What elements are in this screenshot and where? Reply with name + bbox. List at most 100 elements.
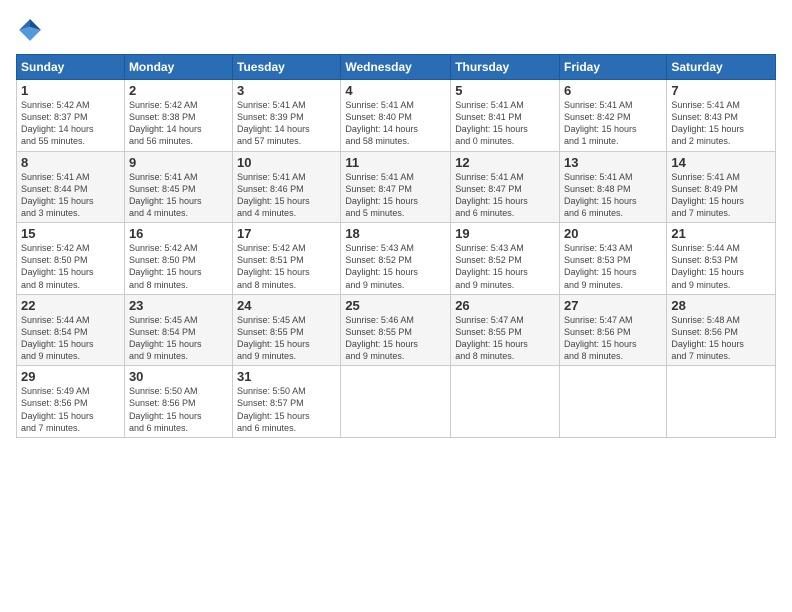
day-number: 2 bbox=[129, 83, 228, 98]
day-number: 10 bbox=[237, 155, 336, 170]
col-header-saturday: Saturday bbox=[667, 55, 776, 80]
day-cell-30: 30Sunrise: 5:50 AM Sunset: 8:56 PM Dayli… bbox=[124, 366, 232, 438]
day-info: Sunrise: 5:45 AM Sunset: 8:55 PM Dayligh… bbox=[237, 314, 336, 363]
col-header-tuesday: Tuesday bbox=[233, 55, 341, 80]
day-cell-1: 1Sunrise: 5:42 AM Sunset: 8:37 PM Daylig… bbox=[17, 80, 125, 152]
day-info: Sunrise: 5:41 AM Sunset: 8:40 PM Dayligh… bbox=[345, 99, 446, 148]
week-row-3: 15Sunrise: 5:42 AM Sunset: 8:50 PM Dayli… bbox=[17, 223, 776, 295]
day-number: 31 bbox=[237, 369, 336, 384]
col-header-wednesday: Wednesday bbox=[341, 55, 451, 80]
day-cell-5: 5Sunrise: 5:41 AM Sunset: 8:41 PM Daylig… bbox=[451, 80, 560, 152]
day-number: 14 bbox=[671, 155, 771, 170]
day-number: 8 bbox=[21, 155, 120, 170]
day-cell-17: 17Sunrise: 5:42 AM Sunset: 8:51 PM Dayli… bbox=[233, 223, 341, 295]
day-info: Sunrise: 5:41 AM Sunset: 8:43 PM Dayligh… bbox=[671, 99, 771, 148]
day-number: 22 bbox=[21, 298, 120, 313]
day-number: 1 bbox=[21, 83, 120, 98]
col-header-sunday: Sunday bbox=[17, 55, 125, 80]
day-info: Sunrise: 5:42 AM Sunset: 8:37 PM Dayligh… bbox=[21, 99, 120, 148]
day-number: 26 bbox=[455, 298, 555, 313]
day-info: Sunrise: 5:42 AM Sunset: 8:51 PM Dayligh… bbox=[237, 242, 336, 291]
day-number: 11 bbox=[345, 155, 446, 170]
day-info: Sunrise: 5:45 AM Sunset: 8:54 PM Dayligh… bbox=[129, 314, 228, 363]
day-number: 20 bbox=[564, 226, 662, 241]
day-info: Sunrise: 5:42 AM Sunset: 8:50 PM Dayligh… bbox=[21, 242, 120, 291]
day-cell-4: 4Sunrise: 5:41 AM Sunset: 8:40 PM Daylig… bbox=[341, 80, 451, 152]
col-header-friday: Friday bbox=[560, 55, 667, 80]
day-info: Sunrise: 5:48 AM Sunset: 8:56 PM Dayligh… bbox=[671, 314, 771, 363]
day-number: 5 bbox=[455, 83, 555, 98]
week-row-2: 8Sunrise: 5:41 AM Sunset: 8:44 PM Daylig… bbox=[17, 151, 776, 223]
day-info: Sunrise: 5:47 AM Sunset: 8:56 PM Dayligh… bbox=[564, 314, 662, 363]
day-cell-28: 28Sunrise: 5:48 AM Sunset: 8:56 PM Dayli… bbox=[667, 294, 776, 366]
day-cell-21: 21Sunrise: 5:44 AM Sunset: 8:53 PM Dayli… bbox=[667, 223, 776, 295]
day-cell-16: 16Sunrise: 5:42 AM Sunset: 8:50 PM Dayli… bbox=[124, 223, 232, 295]
col-header-thursday: Thursday bbox=[451, 55, 560, 80]
day-number: 17 bbox=[237, 226, 336, 241]
day-cell-15: 15Sunrise: 5:42 AM Sunset: 8:50 PM Dayli… bbox=[17, 223, 125, 295]
day-cell-20: 20Sunrise: 5:43 AM Sunset: 8:53 PM Dayli… bbox=[560, 223, 667, 295]
day-cell-22: 22Sunrise: 5:44 AM Sunset: 8:54 PM Dayli… bbox=[17, 294, 125, 366]
logo bbox=[16, 16, 48, 44]
day-info: Sunrise: 5:46 AM Sunset: 8:55 PM Dayligh… bbox=[345, 314, 446, 363]
day-info: Sunrise: 5:43 AM Sunset: 8:52 PM Dayligh… bbox=[345, 242, 446, 291]
day-info: Sunrise: 5:50 AM Sunset: 8:57 PM Dayligh… bbox=[237, 385, 336, 434]
day-cell-9: 9Sunrise: 5:41 AM Sunset: 8:45 PM Daylig… bbox=[124, 151, 232, 223]
day-cell-2: 2Sunrise: 5:42 AM Sunset: 8:38 PM Daylig… bbox=[124, 80, 232, 152]
day-cell-24: 24Sunrise: 5:45 AM Sunset: 8:55 PM Dayli… bbox=[233, 294, 341, 366]
day-cell-8: 8Sunrise: 5:41 AM Sunset: 8:44 PM Daylig… bbox=[17, 151, 125, 223]
day-cell-6: 6Sunrise: 5:41 AM Sunset: 8:42 PM Daylig… bbox=[560, 80, 667, 152]
day-number: 15 bbox=[21, 226, 120, 241]
day-info: Sunrise: 5:41 AM Sunset: 8:49 PM Dayligh… bbox=[671, 171, 771, 220]
day-cell-23: 23Sunrise: 5:45 AM Sunset: 8:54 PM Dayli… bbox=[124, 294, 232, 366]
day-info: Sunrise: 5:41 AM Sunset: 8:46 PM Dayligh… bbox=[237, 171, 336, 220]
day-cell-18: 18Sunrise: 5:43 AM Sunset: 8:52 PM Dayli… bbox=[341, 223, 451, 295]
day-number: 3 bbox=[237, 83, 336, 98]
day-cell-26: 26Sunrise: 5:47 AM Sunset: 8:55 PM Dayli… bbox=[451, 294, 560, 366]
day-number: 18 bbox=[345, 226, 446, 241]
day-number: 16 bbox=[129, 226, 228, 241]
day-number: 29 bbox=[21, 369, 120, 384]
day-number: 28 bbox=[671, 298, 771, 313]
day-cell-31: 31Sunrise: 5:50 AM Sunset: 8:57 PM Dayli… bbox=[233, 366, 341, 438]
day-number: 12 bbox=[455, 155, 555, 170]
day-number: 13 bbox=[564, 155, 662, 170]
day-cell-25: 25Sunrise: 5:46 AM Sunset: 8:55 PM Dayli… bbox=[341, 294, 451, 366]
day-info: Sunrise: 5:42 AM Sunset: 8:38 PM Dayligh… bbox=[129, 99, 228, 148]
day-info: Sunrise: 5:41 AM Sunset: 8:45 PM Dayligh… bbox=[129, 171, 228, 220]
day-number: 23 bbox=[129, 298, 228, 313]
day-info: Sunrise: 5:41 AM Sunset: 8:48 PM Dayligh… bbox=[564, 171, 662, 220]
day-cell-29: 29Sunrise: 5:49 AM Sunset: 8:56 PM Dayli… bbox=[17, 366, 125, 438]
day-info: Sunrise: 5:49 AM Sunset: 8:56 PM Dayligh… bbox=[21, 385, 120, 434]
day-number: 6 bbox=[564, 83, 662, 98]
day-info: Sunrise: 5:42 AM Sunset: 8:50 PM Dayligh… bbox=[129, 242, 228, 291]
week-row-1: 1Sunrise: 5:42 AM Sunset: 8:37 PM Daylig… bbox=[17, 80, 776, 152]
logo-icon bbox=[16, 16, 44, 44]
week-row-4: 22Sunrise: 5:44 AM Sunset: 8:54 PM Dayli… bbox=[17, 294, 776, 366]
day-number: 19 bbox=[455, 226, 555, 241]
header bbox=[16, 16, 776, 44]
day-info: Sunrise: 5:41 AM Sunset: 8:42 PM Dayligh… bbox=[564, 99, 662, 148]
day-cell-12: 12Sunrise: 5:41 AM Sunset: 8:47 PM Dayli… bbox=[451, 151, 560, 223]
day-info: Sunrise: 5:50 AM Sunset: 8:56 PM Dayligh… bbox=[129, 385, 228, 434]
day-info: Sunrise: 5:44 AM Sunset: 8:54 PM Dayligh… bbox=[21, 314, 120, 363]
day-cell-10: 10Sunrise: 5:41 AM Sunset: 8:46 PM Dayli… bbox=[233, 151, 341, 223]
day-info: Sunrise: 5:41 AM Sunset: 8:47 PM Dayligh… bbox=[455, 171, 555, 220]
day-info: Sunrise: 5:41 AM Sunset: 8:39 PM Dayligh… bbox=[237, 99, 336, 148]
day-number: 24 bbox=[237, 298, 336, 313]
day-cell-3: 3Sunrise: 5:41 AM Sunset: 8:39 PM Daylig… bbox=[233, 80, 341, 152]
day-number: 25 bbox=[345, 298, 446, 313]
day-cell-27: 27Sunrise: 5:47 AM Sunset: 8:56 PM Dayli… bbox=[560, 294, 667, 366]
day-number: 27 bbox=[564, 298, 662, 313]
day-info: Sunrise: 5:41 AM Sunset: 8:44 PM Dayligh… bbox=[21, 171, 120, 220]
empty-cell bbox=[341, 366, 451, 438]
day-number: 21 bbox=[671, 226, 771, 241]
col-header-monday: Monday bbox=[124, 55, 232, 80]
day-number: 9 bbox=[129, 155, 228, 170]
empty-cell bbox=[667, 366, 776, 438]
day-info: Sunrise: 5:41 AM Sunset: 8:41 PM Dayligh… bbox=[455, 99, 555, 148]
day-cell-19: 19Sunrise: 5:43 AM Sunset: 8:52 PM Dayli… bbox=[451, 223, 560, 295]
day-cell-11: 11Sunrise: 5:41 AM Sunset: 8:47 PM Dayli… bbox=[341, 151, 451, 223]
day-info: Sunrise: 5:43 AM Sunset: 8:52 PM Dayligh… bbox=[455, 242, 555, 291]
day-number: 30 bbox=[129, 369, 228, 384]
